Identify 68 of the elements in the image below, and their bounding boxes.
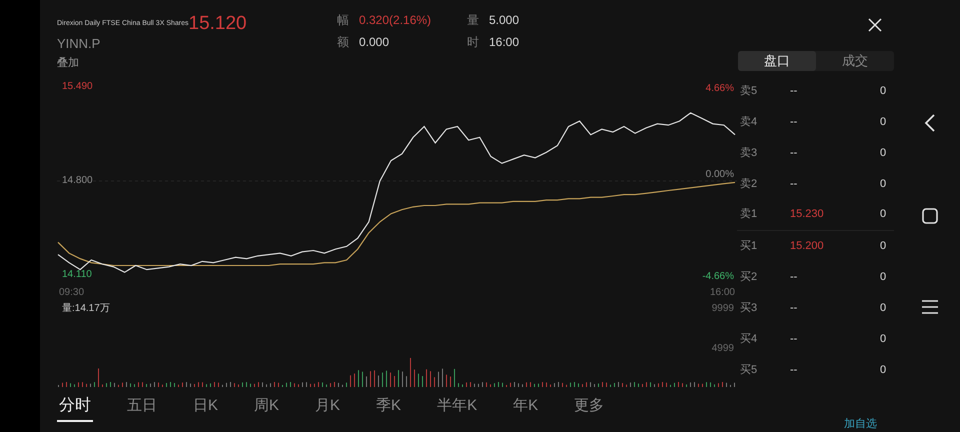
axis-label: 4.66% xyxy=(706,82,734,96)
back-icon[interactable] xyxy=(924,114,936,132)
close-icon[interactable] xyxy=(867,17,883,33)
order-level-label: 买1 xyxy=(740,238,758,254)
menu-icon[interactable] xyxy=(922,300,938,314)
order-quantity: 0 xyxy=(880,146,886,161)
book-tab[interactable]: 成交 xyxy=(816,51,894,70)
order-quantity: 0 xyxy=(880,176,886,192)
order-price: -- xyxy=(790,176,798,192)
last-price: 15.120 xyxy=(188,12,247,36)
axis-label: 4999 xyxy=(712,342,734,356)
period-tab[interactable]: 月K xyxy=(313,392,342,422)
order-level-label: 买5 xyxy=(740,362,758,378)
order-quantity: 0 xyxy=(880,300,886,316)
order-price: -- xyxy=(790,146,798,161)
volume-label: 量:14.17万 xyxy=(62,302,110,316)
stat-value: 5.000 xyxy=(489,12,520,29)
stat-label: 幅 xyxy=(337,12,349,29)
stat-label: 量 xyxy=(467,12,479,29)
order-quantity: 0 xyxy=(880,270,886,285)
axis-label: 14.110 xyxy=(62,269,92,281)
book-tab[interactable]: 盘口 xyxy=(738,51,816,70)
axis-label: 0.00% xyxy=(706,168,734,182)
home-icon[interactable] xyxy=(922,208,938,224)
order-price: -- xyxy=(790,332,798,347)
order-level-label: 买2 xyxy=(740,270,758,285)
stat-value: 16:00 xyxy=(489,34,520,51)
ticker-symbol: YINN.P xyxy=(57,35,100,53)
overlay-link[interactable]: 叠加 xyxy=(57,55,79,72)
period-tab[interactable]: 周K xyxy=(252,392,282,422)
order-level-label: 卖4 xyxy=(740,114,758,130)
time-label: 09:30 xyxy=(59,286,84,300)
order-quantity: 0 xyxy=(880,238,886,254)
order-price: 15.200 xyxy=(790,238,825,254)
period-tab[interactable]: 五日 xyxy=(125,392,159,422)
axis-label: 14.800 xyxy=(62,175,93,187)
order-quantity: 0 xyxy=(880,362,886,378)
axis-label: 9999 xyxy=(712,302,734,316)
order-price: -- xyxy=(790,270,798,285)
add-to-watchlist-link[interactable]: 加自选 xyxy=(844,416,877,432)
stat-value: 0.320(2.16%) xyxy=(359,12,432,29)
order-price: 15.230 xyxy=(790,207,825,222)
stat-value: 0.000 xyxy=(359,34,390,51)
axis-label: -4.66% xyxy=(702,270,734,284)
order-quantity: 0 xyxy=(880,84,886,99)
order-price: -- xyxy=(790,300,798,316)
stat-label: 额 xyxy=(337,34,349,51)
order-level-label: 卖3 xyxy=(740,146,758,161)
order-price: -- xyxy=(790,114,798,130)
period-tab[interactable]: 日K xyxy=(191,392,220,422)
axis-label: 15.490 xyxy=(62,81,93,93)
order-quantity: 0 xyxy=(880,114,886,130)
order-level-label: 买4 xyxy=(740,332,758,347)
period-tab[interactable]: 分时 xyxy=(57,392,93,422)
stat-label: 时 xyxy=(467,34,479,51)
period-tab[interactable]: 更多 xyxy=(572,392,606,422)
order-level-label: 卖2 xyxy=(740,176,758,192)
period-tab[interactable]: 年K xyxy=(511,392,540,422)
order-level-label: 买3 xyxy=(740,300,758,316)
period-tab[interactable]: 半年K xyxy=(435,392,480,422)
order-level-label: 卖5 xyxy=(740,84,758,99)
time-label: 16:00 xyxy=(710,286,735,300)
period-tab[interactable]: 季K xyxy=(374,392,404,422)
order-price: -- xyxy=(790,84,798,99)
order-price: -- xyxy=(790,362,798,378)
order-quantity: 0 xyxy=(880,207,886,222)
order-level-label: 卖1 xyxy=(740,207,758,222)
order-quantity: 0 xyxy=(880,332,886,347)
